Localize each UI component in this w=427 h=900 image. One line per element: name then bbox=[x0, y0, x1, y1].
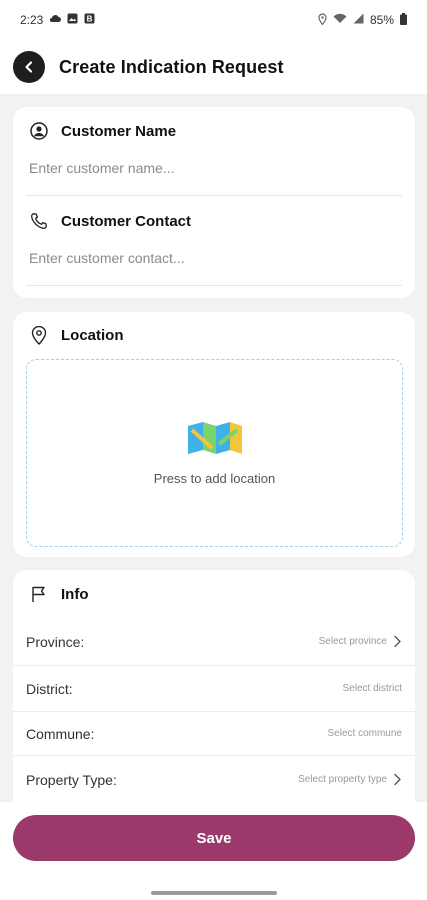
province-label: Province: bbox=[26, 633, 85, 650]
property-type-value: Select property type bbox=[298, 774, 387, 785]
customer-name-header: Customer Name bbox=[29, 119, 402, 143]
commune-label: Commune: bbox=[26, 725, 95, 742]
battery-percent: 85% bbox=[369, 13, 394, 27]
page-title: Create Indication Request bbox=[59, 56, 284, 77]
province-row[interactable]: Province: Select province bbox=[13, 619, 415, 664]
district-row[interactable]: District: Select district bbox=[13, 666, 415, 711]
folded-map-icon bbox=[186, 420, 244, 461]
back-button[interactable] bbox=[13, 51, 45, 83]
commune-row[interactable]: Commune: Select commune bbox=[13, 711, 415, 756]
wifi-icon bbox=[333, 13, 347, 27]
b-icon: B bbox=[84, 13, 95, 27]
status-bar: 2:23 B 85% bbox=[0, 0, 427, 40]
customer-card: Customer Name Enter customer name... Cus… bbox=[13, 107, 415, 298]
divider bbox=[13, 755, 415, 756]
info-header: Info bbox=[29, 582, 402, 606]
status-right: 85% bbox=[318, 12, 407, 28]
status-time: 2:23 bbox=[20, 13, 44, 27]
province-value: Select province bbox=[318, 636, 387, 647]
cloud-icon bbox=[49, 14, 62, 26]
property-type-row[interactable]: Property Type: Select property type bbox=[13, 757, 415, 802]
map-pin-icon bbox=[29, 325, 49, 345]
divider bbox=[26, 285, 402, 286]
customer-contact-placeholder: Enter customer contact... bbox=[29, 250, 185, 266]
location-label: Location bbox=[61, 326, 124, 344]
add-location-hint: Press to add location bbox=[153, 471, 276, 486]
bottom-bar: Save bbox=[0, 802, 427, 900]
info-label: Info bbox=[61, 585, 89, 603]
home-indicator[interactable] bbox=[151, 891, 277, 895]
location-header: Location bbox=[29, 323, 402, 347]
battery-icon bbox=[400, 12, 407, 28]
location-card: Location Press to add location bbox=[13, 312, 415, 557]
add-location-area[interactable]: Press to add location bbox=[26, 359, 403, 547]
app-header: Create Indication Request bbox=[0, 40, 427, 94]
customer-contact-input[interactable]: Enter customer contact... bbox=[29, 250, 402, 268]
customer-contact-header: Customer Contact bbox=[29, 209, 402, 233]
image-icon bbox=[67, 13, 78, 27]
info-card: Info Province: Select province District:… bbox=[13, 570, 415, 802]
save-button[interactable]: Save bbox=[13, 815, 415, 861]
user-circle-icon bbox=[29, 121, 49, 141]
customer-name-input[interactable]: Enter customer name... bbox=[29, 160, 402, 178]
chevron-right-icon bbox=[394, 773, 401, 786]
status-left: 2:23 B bbox=[20, 13, 95, 27]
location-icon bbox=[318, 12, 327, 28]
divider bbox=[26, 195, 402, 196]
phone-icon bbox=[29, 211, 49, 231]
customer-contact-label: Customer Contact bbox=[61, 212, 192, 230]
flag-icon bbox=[29, 584, 49, 604]
district-value: Select district bbox=[342, 683, 402, 694]
commune-value: Select commune bbox=[327, 728, 402, 739]
signal-icon bbox=[353, 13, 364, 27]
district-label: District: bbox=[26, 680, 73, 697]
chevron-right-icon bbox=[394, 635, 401, 648]
customer-name-label: Customer Name bbox=[61, 122, 177, 140]
svg-text:B: B bbox=[87, 15, 93, 24]
customer-name-placeholder: Enter customer name... bbox=[29, 160, 175, 176]
chevron-left-icon bbox=[25, 61, 33, 73]
property-type-label: Property Type: bbox=[26, 771, 117, 788]
